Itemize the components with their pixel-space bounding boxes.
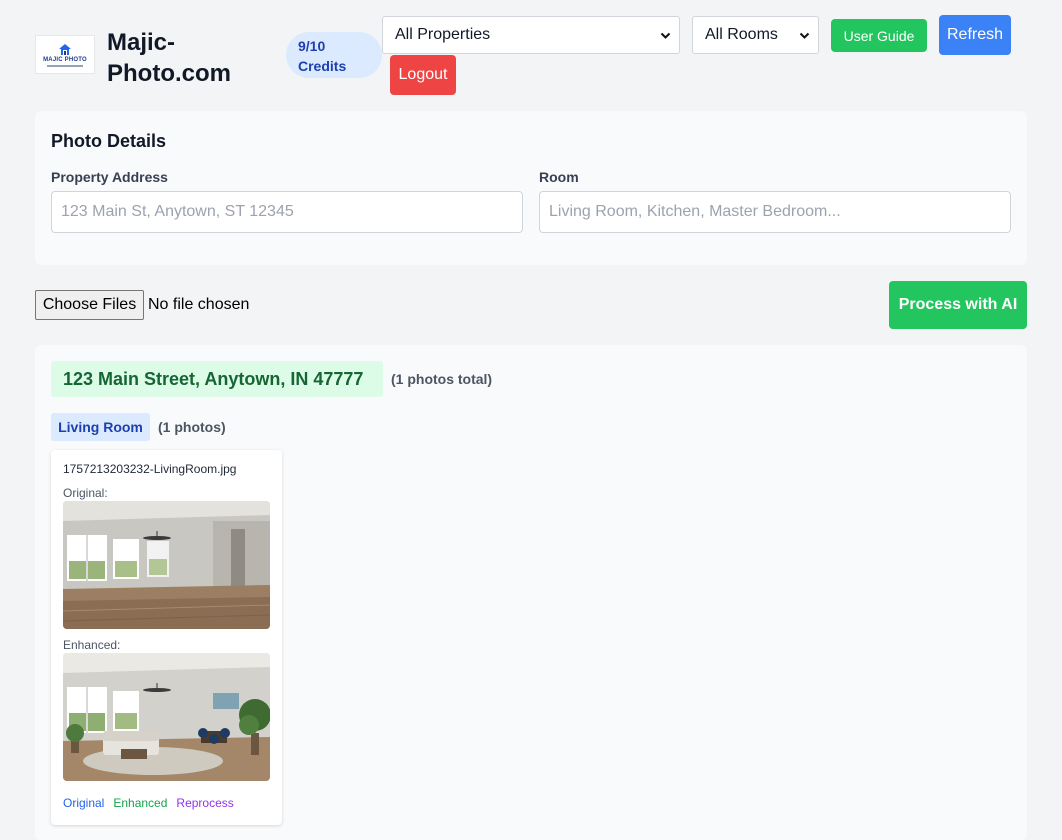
logo-brand-text: MAJIC PHOTO — [43, 56, 87, 63]
property-address-input[interactable]: 123 Main St, Anytown, ST 12345 — [51, 191, 523, 233]
house-icon — [58, 43, 72, 56]
room-input[interactable]: Living Room, Kitchen, Master Bedroom... — [539, 191, 1011, 233]
process-with-ai-button[interactable]: Process with AI — [889, 281, 1027, 329]
original-photo[interactable] — [63, 501, 270, 629]
results-panel: 123 Main Street, Anytown, IN 47777 (1 ph… — [35, 345, 1027, 840]
room-badge: Living Room — [51, 413, 150, 441]
chevron-down-icon — [799, 32, 810, 39]
photo-filename: 1757213203232-LivingRoom.jpg — [63, 462, 237, 476]
chevron-down-icon — [660, 32, 671, 39]
credits-badge: 9/10 Credits — [286, 32, 382, 78]
property-photo-count: (1 photos total) — [391, 371, 493, 387]
property-address-label: Property Address — [51, 169, 168, 185]
property-filter-select[interactable]: All Properties — [382, 16, 680, 54]
original-caption: Original: — [63, 486, 108, 500]
reprocess-link[interactable]: Reprocess — [176, 796, 233, 810]
property-filter-value: All Properties — [395, 26, 491, 43]
property-address-badge: 123 Main Street, Anytown, IN 47777 — [51, 361, 383, 397]
view-enhanced-link[interactable]: Enhanced — [113, 796, 167, 810]
refresh-button[interactable]: Refresh — [939, 15, 1011, 55]
photo-action-links: Original Enhanced Reprocess — [63, 796, 234, 810]
file-status-text: No file chosen — [148, 296, 250, 313]
user-guide-button[interactable]: User Guide — [831, 19, 927, 52]
room-label: Room — [539, 169, 579, 185]
site-title: Majic-Photo.com — [107, 29, 231, 87]
logo-tagline-mark — [47, 64, 83, 67]
view-original-link[interactable]: Original — [63, 796, 104, 810]
photo-card: 1757213203232-LivingRoom.jpg Original: E… — [51, 450, 282, 825]
enhanced-photo[interactable] — [63, 653, 270, 781]
photo-details-panel: Photo Details Property Address 123 Main … — [35, 111, 1027, 265]
room-filter-value: All Rooms — [705, 26, 778, 43]
enhanced-caption: Enhanced: — [63, 638, 121, 652]
room-photo-count: (1 photos) — [158, 419, 226, 435]
room-filter-select[interactable]: All Rooms — [692, 16, 819, 54]
choose-files-button[interactable]: Choose Files — [35, 290, 144, 320]
site-logo: MAJIC PHOTO — [35, 35, 95, 74]
photo-details-title: Photo Details — [51, 131, 167, 151]
logout-button[interactable]: Logout — [390, 55, 456, 95]
